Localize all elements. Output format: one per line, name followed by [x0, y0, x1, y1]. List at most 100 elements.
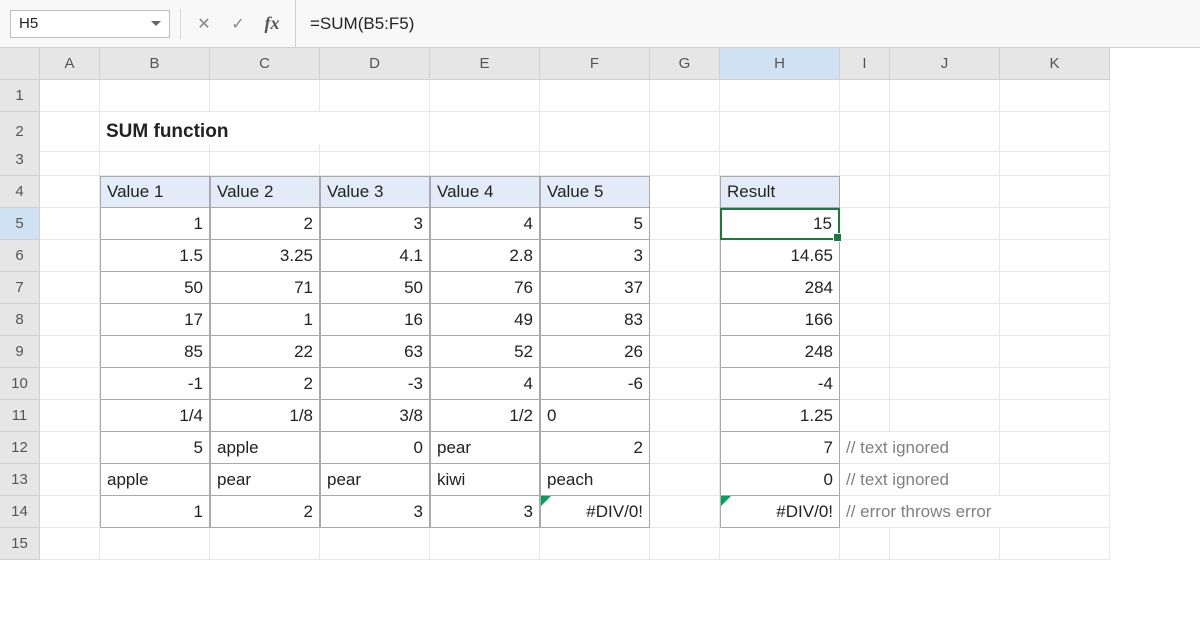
cell[interactable]: 2 — [210, 368, 320, 400]
cell[interactable] — [890, 400, 1000, 432]
row-header-9[interactable]: 9 — [0, 336, 40, 368]
formula-input[interactable]: =SUM(B5:F5) — [295, 0, 1200, 47]
cell[interactable] — [650, 496, 720, 528]
cell[interactable] — [40, 432, 100, 464]
cell[interactable] — [650, 272, 720, 304]
cell[interactable] — [40, 528, 100, 560]
cell[interactable]: 50 — [320, 272, 430, 304]
cell[interactable] — [890, 336, 1000, 368]
row-header-14[interactable]: 14 — [0, 496, 40, 528]
row-header-15[interactable]: 15 — [0, 528, 40, 560]
cell[interactable] — [1000, 208, 1110, 240]
col-header-F[interactable]: F — [540, 48, 650, 80]
cell-error[interactable]: #DIV/0! — [720, 496, 840, 528]
cell[interactable] — [840, 176, 890, 208]
cell[interactable] — [1000, 176, 1110, 208]
cell[interactable]: 50 — [100, 272, 210, 304]
cell[interactable] — [100, 528, 210, 560]
cell[interactable]: 166 — [720, 304, 840, 336]
cell[interactable]: pear — [430, 432, 540, 464]
table-header[interactable]: Value 1 — [100, 176, 210, 208]
chevron-down-icon[interactable] — [151, 21, 161, 26]
cell[interactable]: peach — [540, 464, 650, 496]
cell[interactable] — [1000, 240, 1110, 272]
cell[interactable]: 284 — [720, 272, 840, 304]
row-header-5[interactable]: 5 — [0, 208, 40, 240]
cell[interactable]: 1.25 — [720, 400, 840, 432]
cell[interactable]: 49 — [430, 304, 540, 336]
row-header-7[interactable]: 7 — [0, 272, 40, 304]
cell[interactable]: 2 — [540, 432, 650, 464]
table-header[interactable]: Value 3 — [320, 176, 430, 208]
cell[interactable] — [100, 144, 210, 176]
cell[interactable]: 37 — [540, 272, 650, 304]
row-header-4[interactable]: 4 — [0, 176, 40, 208]
cell[interactable]: -6 — [540, 368, 650, 400]
cell[interactable] — [890, 240, 1000, 272]
cell[interactable] — [1000, 368, 1110, 400]
cell[interactable] — [840, 528, 890, 560]
cell[interactable]: 5 — [100, 432, 210, 464]
cell[interactable] — [890, 272, 1000, 304]
cell[interactable] — [840, 80, 890, 112]
cell[interactable] — [840, 304, 890, 336]
cell[interactable] — [40, 336, 100, 368]
cell[interactable] — [210, 144, 320, 176]
cell[interactable] — [40, 80, 100, 112]
cell[interactable]: 76 — [430, 272, 540, 304]
cell[interactable] — [1000, 80, 1110, 112]
cell[interactable]: 85 — [100, 336, 210, 368]
col-header-K[interactable]: K — [1000, 48, 1110, 80]
cell[interactable]: 248 — [720, 336, 840, 368]
row-header-1[interactable]: 1 — [0, 80, 40, 112]
col-header-C[interactable]: C — [210, 48, 320, 80]
cell[interactable] — [840, 144, 890, 176]
cell[interactable] — [650, 464, 720, 496]
cell[interactable] — [890, 304, 1000, 336]
cell[interactable]: 63 — [320, 336, 430, 368]
cell[interactable]: 4 — [430, 368, 540, 400]
cell[interactable]: kiwi — [430, 464, 540, 496]
table-header[interactable]: Value 4 — [430, 176, 540, 208]
cell[interactable] — [650, 144, 720, 176]
cell[interactable] — [40, 400, 100, 432]
row-header-6[interactable]: 6 — [0, 240, 40, 272]
col-header-H[interactable]: H — [720, 48, 840, 80]
cell[interactable]: 1/2 — [430, 400, 540, 432]
name-box[interactable]: H5 — [10, 10, 170, 38]
row-header-3[interactable]: 3 — [0, 144, 40, 176]
cell[interactable]: 1 — [100, 496, 210, 528]
col-header-I[interactable]: I — [840, 48, 890, 80]
cell[interactable] — [430, 144, 540, 176]
cell[interactable]: pear — [320, 464, 430, 496]
cell[interactable]: apple — [210, 432, 320, 464]
cell[interactable]: 2 — [210, 208, 320, 240]
cell[interactable]: -1 — [100, 368, 210, 400]
cell[interactable]: pear — [210, 464, 320, 496]
cell[interactable] — [890, 144, 1000, 176]
cell[interactable]: 1 — [100, 208, 210, 240]
cell[interactable] — [890, 80, 1000, 112]
row-header-8[interactable]: 8 — [0, 304, 40, 336]
cell[interactable]: 52 — [430, 336, 540, 368]
cell[interactable] — [1000, 432, 1110, 464]
cell[interactable]: -4 — [720, 368, 840, 400]
cell[interactable]: 83 — [540, 304, 650, 336]
cell[interactable]: 1/8 — [210, 400, 320, 432]
cell[interactable] — [40, 272, 100, 304]
cell[interactable] — [40, 304, 100, 336]
cell[interactable] — [840, 400, 890, 432]
cell[interactable]: 4 — [430, 208, 540, 240]
cell[interactable]: 5 — [540, 208, 650, 240]
cell[interactable]: -3 — [320, 368, 430, 400]
cell[interactable] — [1000, 528, 1110, 560]
cell[interactable] — [1000, 464, 1110, 496]
select-all-corner[interactable] — [0, 48, 40, 80]
cell[interactable]: 1 — [210, 304, 320, 336]
cell[interactable] — [650, 304, 720, 336]
cell[interactable] — [40, 496, 100, 528]
cell[interactable] — [890, 176, 1000, 208]
cell[interactable]: 3/8 — [320, 400, 430, 432]
cell[interactable] — [1000, 272, 1110, 304]
cancel-formula-icon[interactable]: ✕ — [191, 11, 217, 37]
